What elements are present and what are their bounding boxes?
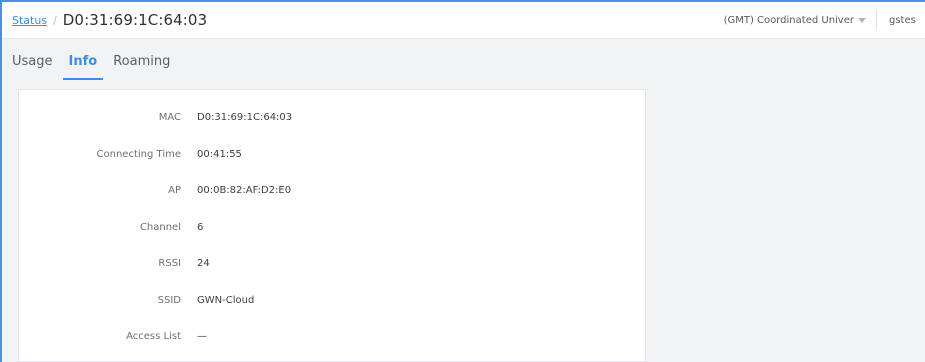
breadcrumb-separator: / xyxy=(53,13,57,27)
info-value: 6 xyxy=(197,221,204,233)
timezone-select[interactable]: (GMT) Coordinated Univer xyxy=(724,2,876,38)
page-title: D0:31:69:1C:64:03 xyxy=(62,11,208,29)
page-header: Status / D0:31:69:1C:64:03 (GMT) Coordin… xyxy=(2,2,925,39)
info-label: SSID xyxy=(157,294,181,306)
timezone-value: (GMT) Coordinated Univer xyxy=(723,14,854,26)
info-card: MAC D0:31:69:1C:64:03 Connecting Time 00… xyxy=(18,89,646,362)
app-frame: Status / D0:31:69:1C:64:03 (GMT) Coordin… xyxy=(0,0,925,362)
info-label: Channel xyxy=(139,221,181,233)
tab-roaming[interactable]: Roaming xyxy=(113,54,178,80)
tab-bar: Usage Info Roaming xyxy=(2,40,925,80)
info-label: Access List xyxy=(126,330,181,342)
info-row-ap: AP 00:0B:82:AF:D2:E0 xyxy=(19,180,647,200)
info-label: Connecting Time xyxy=(96,148,181,160)
info-value: D0:31:69:1C:64:03 xyxy=(197,111,293,123)
info-value: 24 xyxy=(197,257,210,269)
info-value: 00:41:55 xyxy=(197,148,242,160)
info-row-rssi: RSSI 24 xyxy=(19,253,647,273)
tab-info[interactable]: Info xyxy=(62,54,106,80)
user-menu[interactable]: gstes xyxy=(877,15,925,26)
info-value: GWN-Cloud xyxy=(197,294,255,306)
info-row-channel: Channel 6 xyxy=(19,217,647,237)
breadcrumb-status-link[interactable]: Status xyxy=(12,14,47,27)
header-controls: (GMT) Coordinated Univer gstes xyxy=(724,2,925,38)
info-label: RSSI xyxy=(158,257,181,269)
info-label: MAC xyxy=(158,111,181,123)
info-row-mac: MAC D0:31:69:1C:64:03 xyxy=(19,107,647,127)
info-row-access-list: Access List — xyxy=(19,326,647,346)
chevron-down-icon xyxy=(858,17,866,23)
info-row-ssid: SSID GWN-Cloud xyxy=(19,290,647,310)
info-value: — xyxy=(197,330,207,342)
tab-usage[interactable]: Usage xyxy=(12,54,61,80)
info-row-connecting-time: Connecting Time 00:41:55 xyxy=(19,144,647,164)
info-value: 00:0B:82:AF:D2:E0 xyxy=(197,184,292,196)
info-label: AP xyxy=(168,184,181,196)
